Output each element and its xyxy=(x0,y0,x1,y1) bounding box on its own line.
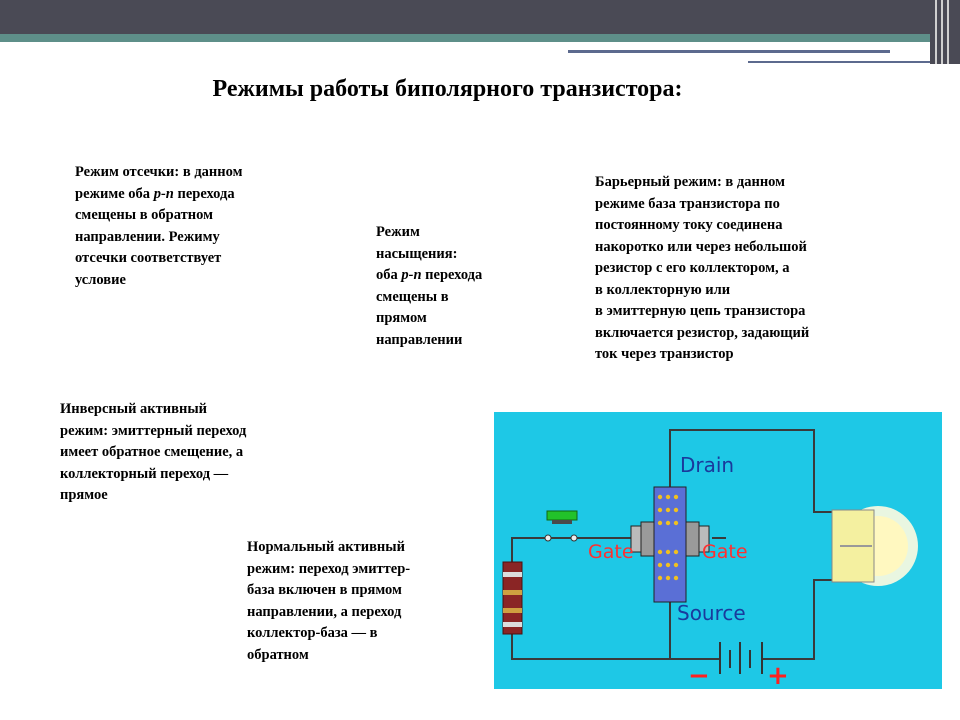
transistor-circuit-illustration: Drain Source Gate Gate − + xyxy=(494,412,942,689)
header-accent-stripe xyxy=(0,34,930,42)
header-divider-secondary xyxy=(748,61,948,63)
inverse-active-mode-text: Инверсный активный режим: эмиттерный пер… xyxy=(60,401,247,503)
header-divider xyxy=(568,50,890,53)
header-bar xyxy=(0,0,960,34)
source-label: Source xyxy=(677,601,746,625)
light-bulb-icon xyxy=(831,506,918,586)
drain-label: Drain xyxy=(680,453,734,477)
plus-sign: + xyxy=(767,661,789,689)
resistor-icon xyxy=(502,561,523,635)
barrier-mode-text: Барьерный режим: в данном режиме база тр… xyxy=(595,174,810,362)
gate-right-label: Gate xyxy=(702,541,748,563)
gate-left-label: Gate xyxy=(588,541,634,563)
cutoff-mode-text: Режим отсечки: в данном режиме оба p-n п… xyxy=(75,164,243,288)
slide-title: Режимы работы биполярного транзистора: xyxy=(212,76,683,102)
saturation-mode-text: Режим насыщения: оба p-n перехода смещен… xyxy=(376,224,483,348)
normal-active-mode-text: Нормальный активный режим: переход эмитт… xyxy=(247,539,411,663)
minus-sign: − xyxy=(688,661,710,689)
corner-ornament xyxy=(930,0,960,64)
